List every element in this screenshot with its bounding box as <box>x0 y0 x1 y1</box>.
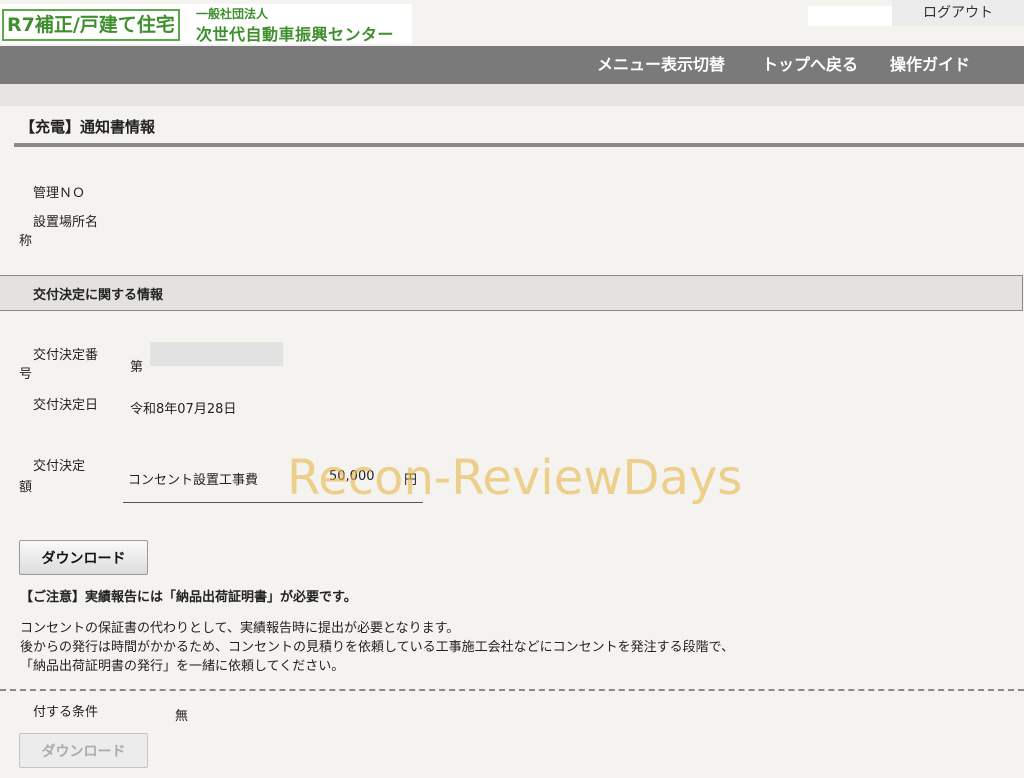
section-title: 交付決定に関する情報 <box>33 288 164 303</box>
title-divider <box>14 143 1024 147</box>
decision-amount-label-wrap: 額 <box>19 480 33 495</box>
amount-underline <box>123 502 423 503</box>
header-blank <box>808 6 892 26</box>
management-no-label: 管理ＮＯ <box>33 186 86 201</box>
download-button-disabled[interactable]: ダウンロード <box>19 733 148 768</box>
amount-value: 50,000 <box>329 469 375 484</box>
decision-number-label-wrap: 号 <box>19 367 33 382</box>
decision-date-label: 交付決定日 <box>33 398 99 413</box>
notice-line-1: コンセントの保証書の代わりとして、実績報告時に提出が必要となります。 <box>20 621 460 636</box>
back-to-top-link[interactable]: トップへ戻る <box>762 46 858 84</box>
site-name-label: 設置場所名 <box>33 215 99 230</box>
conditions-value: 無 <box>175 709 189 724</box>
decision-number-label: 交付決定番 <box>33 348 99 363</box>
notice-heading: 【ご注意】実績報告には「納品出荷証明書」が必要です。 <box>20 590 357 605</box>
decision-number-masked <box>150 342 283 366</box>
site-name-label-wrap: 称 <box>19 234 33 249</box>
navbar <box>0 46 1024 84</box>
notice-line-3: 「納品出荷証明書の発行」を一緒に依頼してください。 <box>20 659 345 674</box>
page-title: 【充電】通知書情報 <box>20 118 156 136</box>
subbar <box>0 84 1024 106</box>
logout-button[interactable]: ログアウト <box>892 0 1024 26</box>
menu-toggle-link[interactable]: メニュー表示切替 <box>597 46 725 84</box>
amount-unit: 円 <box>404 473 418 488</box>
notice-line-2: 後からの発行は時間がかかるため、コンセントの見積りを依頼している工事施工会社など… <box>20 640 735 655</box>
amount-item-label: コンセント設置工事費 <box>128 473 259 488</box>
decision-amount-label: 交付決定 <box>33 459 86 474</box>
guide-link[interactable]: 操作ガイド <box>890 46 970 84</box>
conditions-label: 付する条件 <box>33 705 99 720</box>
decision-number-prefix: 第 <box>130 360 144 375</box>
program-badge: R7補正/戸建て住宅 <box>2 9 180 41</box>
download-button[interactable]: ダウンロード <box>19 540 148 575</box>
org-name-logo: 次世代自動車振興センター <box>196 25 395 44</box>
org-type-label: 一般社団法人 <box>196 7 269 21</box>
decision-date-value: 令和8年07月28日 <box>130 402 237 417</box>
dashed-divider <box>0 689 1024 691</box>
